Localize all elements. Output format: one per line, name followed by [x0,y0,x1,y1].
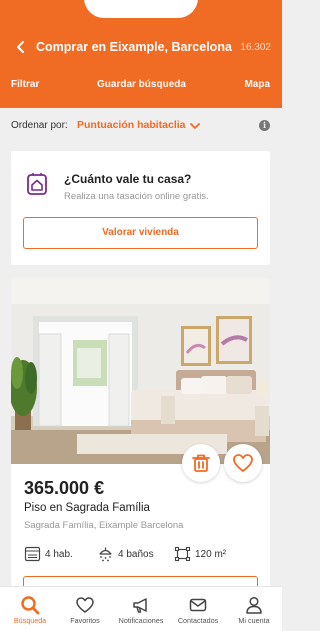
title-row: Comprar en Eixample, Barcelona 16.302 [0,38,282,58]
tab-notifications[interactable]: Notificaciones [113,587,169,631]
save-search-button[interactable]: Guardar búsqueda [97,79,186,90]
listing-photo[interactable] [11,278,270,464]
sort-label: Ordenar por: [11,120,68,131]
tab-account-label: Mi cuenta [238,616,270,625]
tab-account[interactable]: Mi cuenta [226,587,282,631]
user-icon [246,596,262,614]
chevron-left-icon[interactable] [14,39,28,55]
listing-card[interactable]: 365.000 € Piso en Sagrada Família Sagrad… [11,278,270,618]
baths-label: 4 baños [118,549,154,560]
page-title: Comprar en Eixample, Barcelona [36,40,232,54]
rooms-feature: 4 hab. [24,546,84,562]
valuation-button[interactable]: Valorar vivienda [23,217,258,249]
tab-favorites-label: Favoritos [70,616,100,625]
valuation-card: ¿Cuánto vale tu casa? Realiza una tasaci… [11,151,270,265]
discard-button[interactable] [182,444,220,482]
rooms-label: 4 hab. [45,549,73,560]
area-label: 120 m² [195,549,227,560]
area-feature: 120 m² [174,546,244,562]
device-notch [84,0,198,18]
bed-icon [24,546,41,562]
listing-name[interactable]: Piso en Sagrada Família [24,502,150,514]
chevron-down-icon[interactable] [189,118,201,129]
map-button[interactable]: Mapa [244,79,270,90]
shower-icon [99,547,112,562]
header-actions: Filtrar Guardar búsqueda Mapa [0,79,282,93]
valuation-title: ¿Cuánto vale tu casa? [64,172,192,186]
listing-location: Sagrada Família, Eixample Barcelona [24,520,184,531]
tab-search[interactable]: Búsqueda [2,587,58,631]
tab-notifications-label: Notificaciones [118,616,164,625]
tab-search-label: Búsqueda [13,616,47,625]
favorite-button[interactable] [224,444,262,482]
house-icon [25,172,49,196]
valuation-subtitle: Realiza una tasación online gratis. [64,191,209,202]
tab-contacted[interactable]: Contactados [170,587,226,631]
area-icon [174,546,191,562]
sort-bar: Ordenar por: Puntuación habitaclia i [0,108,282,144]
baths-feature: 4 baños [97,546,167,562]
bottom-tab-bar: Búsqueda Favoritos Notificaciones Contac… [0,586,282,631]
sort-select[interactable]: Puntuación habitaclia [77,119,186,131]
results-count: 16.302 [240,42,271,53]
app-header: Comprar en Eixample, Barcelona 16.302 Fi… [0,0,282,108]
tab-contacted-label: Contactados [177,616,219,625]
megaphone-icon [133,598,147,613]
trash-icon [192,454,210,472]
tab-favorites[interactable]: Favoritos [57,587,113,631]
listing-price: 365.000 € [24,478,105,498]
heart-icon [233,454,253,472]
heart-icon [76,597,94,613]
filter-button[interactable]: Filtrar [11,79,39,90]
info-icon[interactable]: i [259,120,270,131]
search-icon [21,596,40,615]
mail-icon [189,598,207,612]
